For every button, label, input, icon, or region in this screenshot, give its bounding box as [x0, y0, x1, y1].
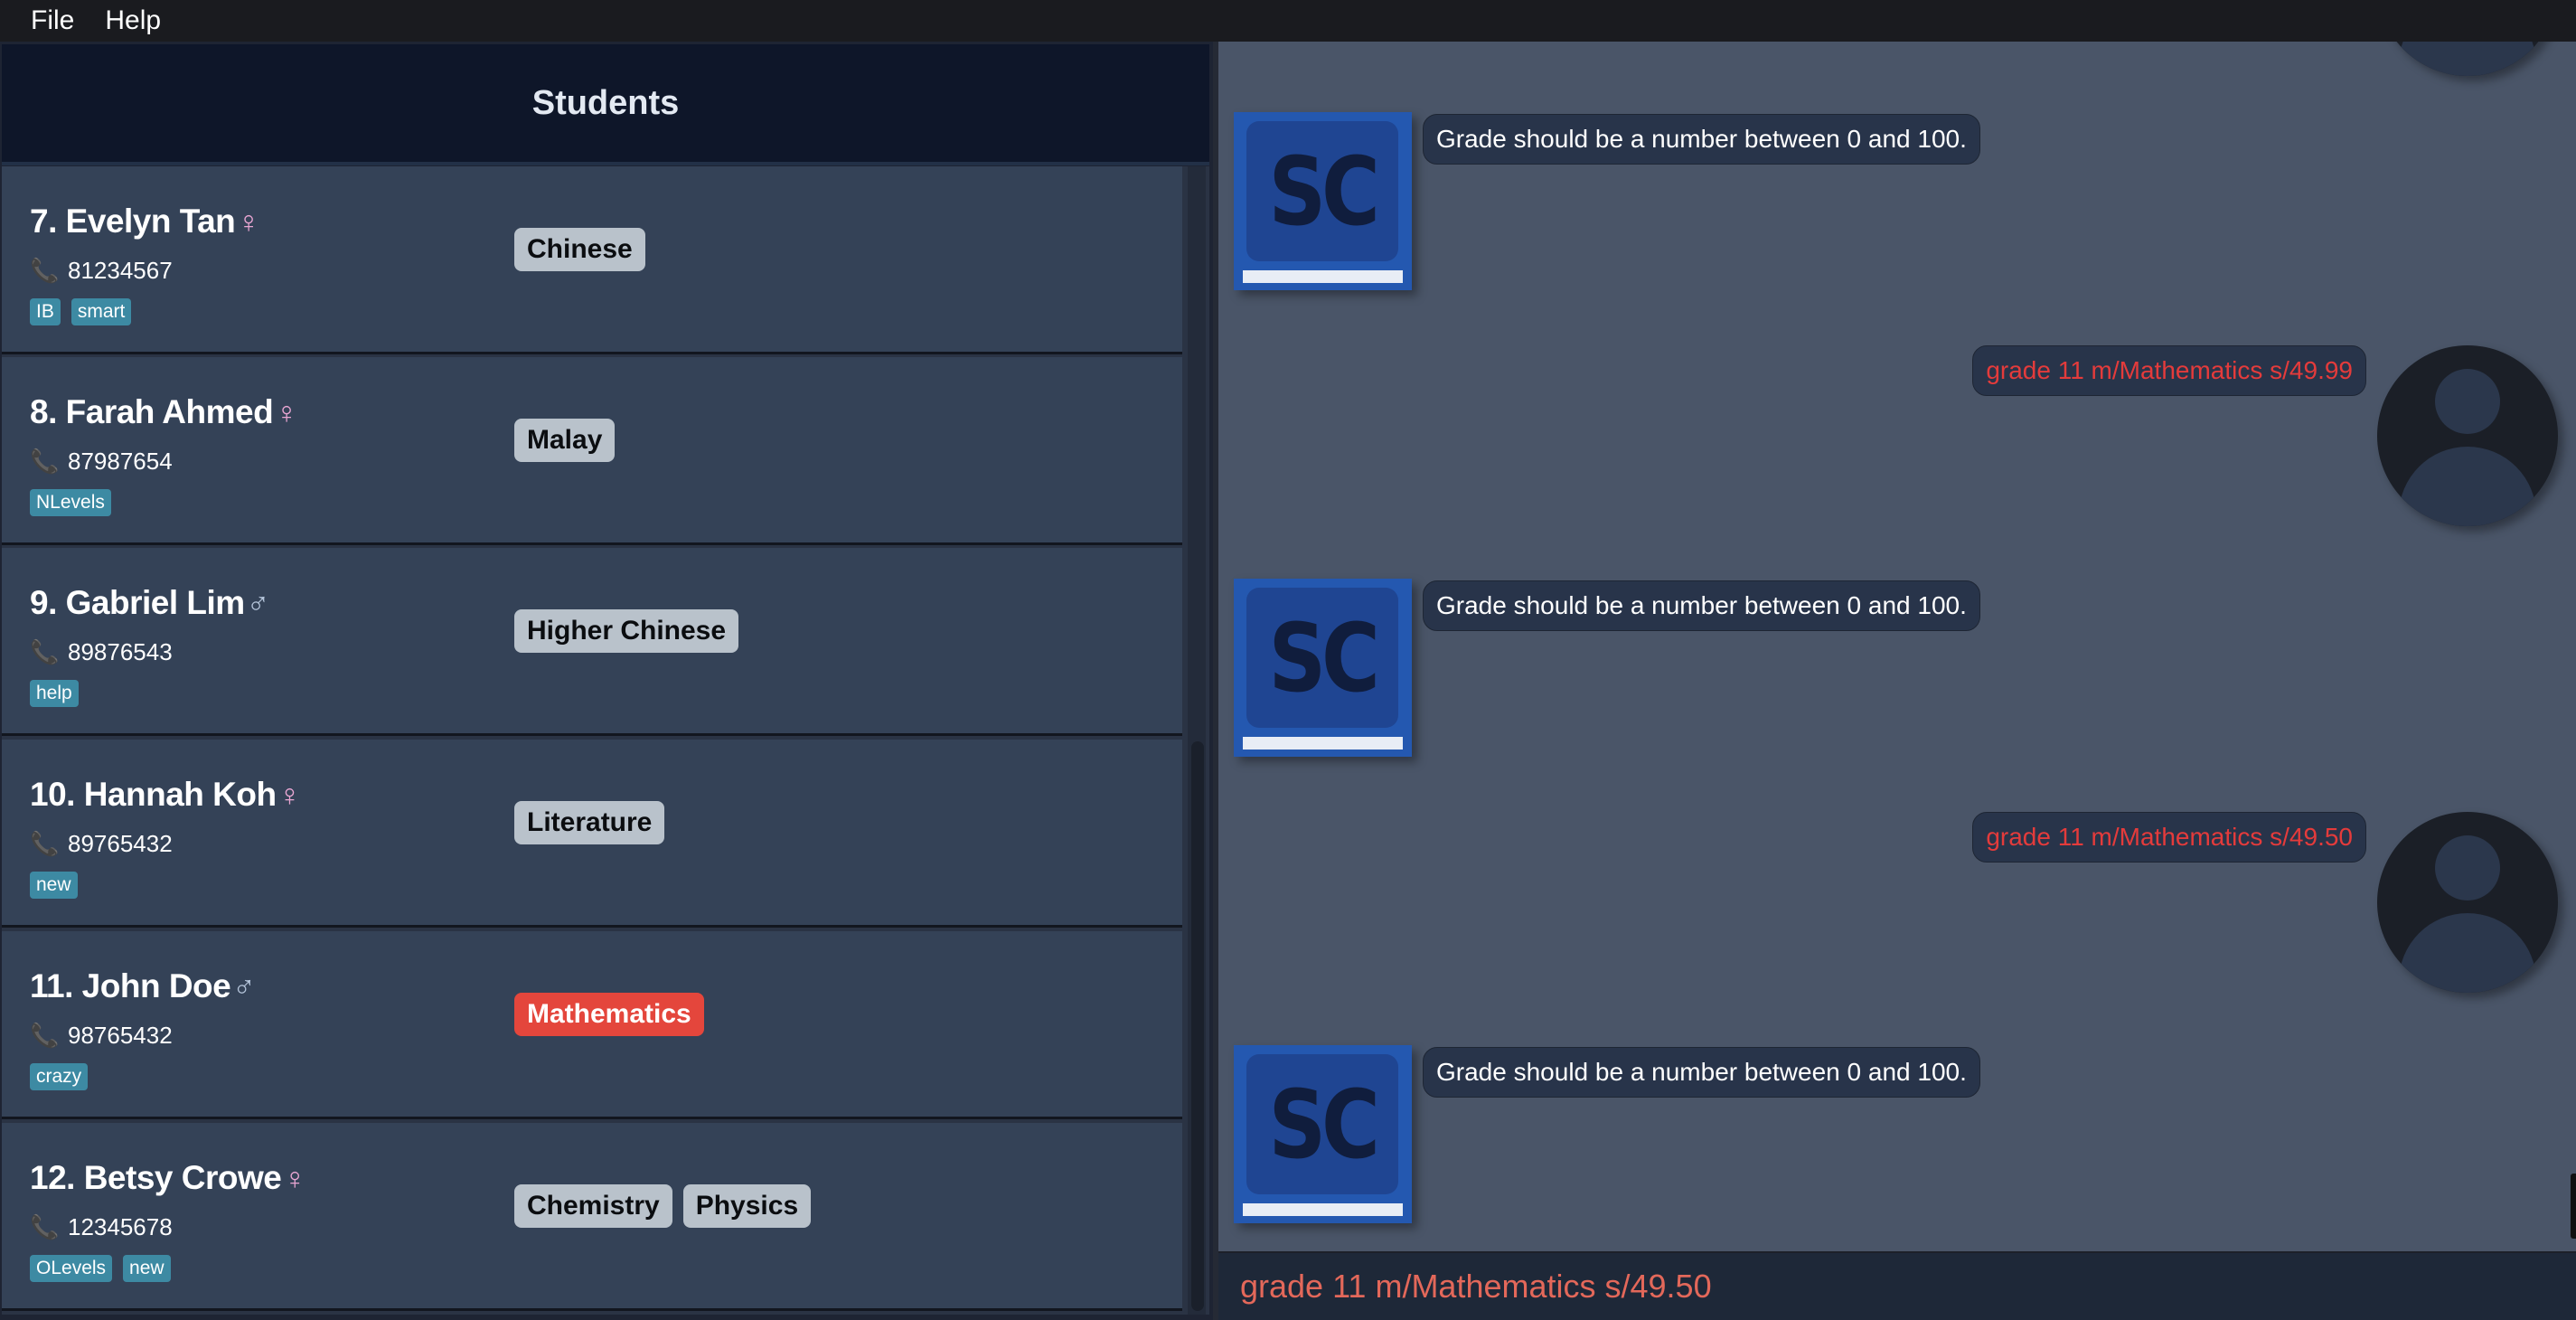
tag-badge: help: [30, 680, 79, 707]
bot-message: Grade should be a number between 0 and 1…: [1423, 114, 1980, 165]
tag-list: new: [30, 872, 78, 899]
user-avatar-icon: [2377, 42, 2558, 76]
student-phone: 📞 81234567: [30, 257, 173, 284]
subject-chip: Chemistry: [514, 1184, 672, 1228]
female-icon: ♀: [275, 396, 298, 430]
tag-badge: OLevels: [30, 1255, 113, 1282]
tag-list: help: [30, 680, 79, 707]
subject-list: Chemistry Physics: [514, 1184, 812, 1228]
tag-badge: new: [123, 1255, 171, 1282]
student-phone: 📞 89876543: [30, 638, 173, 665]
tag-list: IB smart: [30, 298, 132, 325]
student-card[interactable]: 11. John Doe♂ 📞 98765432 crazy Mathematic…: [2, 931, 1182, 1119]
subject-list: Chinese: [514, 228, 645, 271]
tag-list: OLevels new: [30, 1255, 171, 1282]
command-box: [1218, 1253, 2576, 1320]
tag-badge: NLevels: [30, 489, 111, 516]
user-avatar-icon: [2377, 345, 2558, 526]
female-icon: ♀: [237, 205, 260, 240]
subject-chip: Literature: [514, 801, 665, 844]
phone-icon: 📞: [30, 830, 60, 857]
female-icon: ♀: [277, 778, 302, 813]
student-name: 9. Gabriel Lim♂: [30, 584, 270, 621]
sc-logo-icon: SC: [1234, 112, 1412, 290]
student-name: 7. Evelyn Tan♀: [30, 203, 260, 240]
male-icon: ♂: [246, 587, 270, 621]
tag-badge: new: [30, 872, 78, 899]
student-phone: 📞 12345678: [30, 1213, 173, 1240]
student-list-scrollbar-thumb[interactable]: [1191, 741, 1204, 1311]
bot-avatar-text: SC: [1268, 602, 1380, 713]
tag-badge: IB: [30, 298, 61, 325]
student-card[interactable]: 10. Hannah Koh♀ 📞 89765432 new Literature: [2, 740, 1182, 928]
chat-scrollbar[interactable]: [2571, 1174, 2576, 1239]
subject-list: Malay: [514, 419, 616, 462]
chat-panel[interactable]: SC Grade should be a number between 0 an…: [1218, 42, 2576, 1251]
user-message: grade 11 m/Mathematics s/49.50: [1972, 812, 2366, 863]
menu-file[interactable]: File: [0, 0, 90, 42]
student-phone: 📞 87987654: [30, 448, 173, 475]
tag-badge: smart: [71, 298, 132, 325]
phone-icon: 📞: [30, 1213, 60, 1240]
student-phone: 📞 98765432: [30, 1022, 173, 1049]
phone-icon: 📞: [30, 1022, 60, 1049]
sc-logo-icon: SC: [1234, 1045, 1412, 1223]
male-icon: ♂: [232, 970, 256, 1004]
menu-bar: File Help: [0, 0, 2576, 42]
user-avatar-icon: [2377, 812, 2558, 993]
menu-help[interactable]: Help: [90, 0, 177, 42]
subject-chip: Malay: [514, 419, 616, 462]
student-card[interactable]: 7. Evelyn Tan♀ 📞 81234567 IB smart Chines…: [2, 166, 1182, 354]
tag-list: crazy: [30, 1063, 89, 1090]
subject-chip: Higher Chinese: [514, 609, 739, 653]
user-message: grade 11 m/Mathematics s/49.99: [1972, 345, 2366, 396]
student-card[interactable]: 9. Gabriel Lim♂ 📞 89876543 help Higher Ch…: [2, 548, 1182, 736]
phone-icon: 📞: [30, 638, 60, 665]
subject-chip-highlighted: Mathematics: [514, 993, 704, 1036]
student-panel: Students 7. Evelyn Tan♀ 📞 81234567 IB sma…: [0, 42, 1213, 1320]
student-name: 10. Hannah Koh♀: [30, 776, 302, 813]
bot-message: Grade should be a number between 0 and 1…: [1423, 580, 1980, 631]
sc-logo-icon: SC: [1234, 579, 1412, 757]
subject-chip: Chinese: [514, 228, 645, 271]
student-card[interactable]: 12. Betsy Crowe♀ 📞 12345678 OLevels new C…: [2, 1123, 1182, 1311]
tag-badge: crazy: [30, 1063, 89, 1090]
bot-message: Grade should be a number between 0 and 1…: [1423, 1047, 1980, 1098]
female-icon: ♀: [283, 1162, 306, 1196]
phone-icon: 📞: [30, 448, 60, 475]
phone-icon: 📞: [30, 257, 60, 284]
student-name: 8. Farah Ahmed♀: [30, 393, 298, 430]
student-name: 11. John Doe♂: [30, 967, 256, 1004]
student-list[interactable]: 7. Evelyn Tan♀ 📞 81234567 IB smart Chines…: [2, 166, 1209, 1315]
student-card[interactable]: 8. Farah Ahmed♀ 📞 87987654 NLevels Malay: [2, 357, 1182, 545]
tag-list: NLevels: [30, 489, 111, 516]
subject-chip: Physics: [682, 1184, 812, 1228]
bot-avatar-text: SC: [1268, 1069, 1380, 1180]
student-panel-header: Students: [2, 44, 1209, 165]
student-name: 12. Betsy Crowe♀: [30, 1159, 306, 1196]
student-panel-title: Students: [531, 83, 680, 122]
bot-avatar-text: SC: [1268, 136, 1380, 247]
subject-list: Higher Chinese: [514, 609, 739, 653]
subject-list: Mathematics: [514, 993, 704, 1036]
command-input[interactable]: [1240, 1268, 2542, 1306]
student-phone: 📞 89765432: [30, 830, 173, 857]
subject-list: Literature: [514, 801, 665, 844]
